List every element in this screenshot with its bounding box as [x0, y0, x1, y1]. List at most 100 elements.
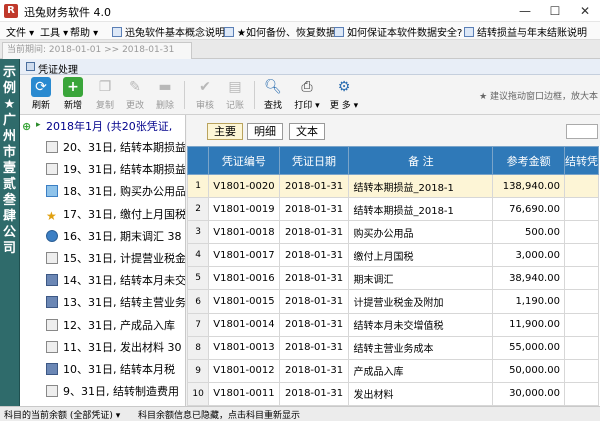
doc-icon [46, 340, 58, 353]
table-row[interactable]: 10 V1801-0011 2018-01-31 发出材料 30,000.00 [187, 381, 600, 406]
menu-file[interactable]: 文件 ▾ [6, 24, 34, 39]
tree-item[interactable]: 9、31日, 结转制造费用 [46, 381, 179, 403]
find-button[interactable]: 🔍︎ 查找 [258, 77, 288, 113]
table-row[interactable]: 8 V1801-0013 2018-01-31 结转主营业务成本 55,000.00 [187, 335, 600, 360]
tree-item[interactable]: 18、31日, 购买办公用品 [46, 181, 185, 203]
voucher-table: 凭证编号 凭证日期 备 注 参考金额 结转凭 1 V1801-0020 2018-0… [187, 146, 600, 406]
voucher-note-cell: 产成品入库 [348, 358, 494, 383]
arrow-icon: ▸ [36, 120, 41, 130]
voucher-number-cell: V1801-0012 [208, 358, 280, 383]
ledger-icon: ▤ [228, 79, 242, 95]
voucher-number-cell: V1801-0018 [208, 220, 280, 245]
voucher-note-cell: 计提营业税金及附加 [348, 289, 494, 314]
maximize-button[interactable]: ☐ [540, 0, 570, 22]
doc-icon [46, 141, 58, 153]
column-header-amount[interactable]: 参考金额 [492, 146, 565, 175]
tab-main[interactable]: 主要 [207, 123, 243, 140]
column-header-note[interactable]: 备 注 [348, 146, 494, 175]
table-row[interactable]: 3 V1801-0018 2018-01-31 购买办公用品 500.00 [187, 220, 600, 245]
print-button[interactable]: ⎙ 打印 ▾ [290, 77, 324, 113]
post-button[interactable]: ▤ 记账 [220, 77, 250, 113]
minimize-button[interactable]: — [510, 0, 540, 22]
window-icon [26, 62, 35, 71]
doc-icon [334, 27, 344, 37]
new-button[interactable]: + 新增 [58, 77, 88, 113]
company-name-strip: 示例★广州市壹贰叁肆公司 [0, 59, 20, 406]
status-bar: 科目的当前余额 (全部凭证) ▾ 科目余额信息已隐藏，点击科目重新显示 [0, 406, 600, 421]
voucher-date-cell: 2018-01-31 [278, 266, 350, 291]
shortcut-carryover[interactable]: 结转损益与年末结账说明 [464, 24, 587, 39]
voucher-amount-cell: 50,000.00 [492, 358, 565, 383]
period-bar: 当前期间: 2018-01-01 >> 2018-01-31 [0, 40, 600, 59]
tree-item[interactable]: 14、31日, 结转本月未交 [46, 270, 185, 292]
more-button[interactable]: ⚙ 更 多 ▾ [326, 77, 362, 113]
tree-item[interactable]: 12、31日, 产成品入库 [46, 315, 175, 337]
voucher-note-cell: 结转本月未交增值税 [348, 312, 494, 337]
tab-detail[interactable]: 明细 [247, 123, 283, 140]
close-button[interactable]: ✕ [570, 0, 600, 22]
carryover-cell [563, 197, 600, 222]
tree-item[interactable]: 20、31日, 结转本期损益 [46, 137, 185, 159]
grid-icon [46, 363, 58, 375]
voucher-number-cell: V1801-0015 [208, 289, 280, 314]
doc-icon [224, 27, 234, 37]
column-header-rownum [187, 146, 210, 175]
column-header-date[interactable]: 凭证日期 [278, 146, 350, 175]
refresh-button[interactable]: ⟳ 刷新 [26, 77, 56, 113]
table-row[interactable]: 4 V1801-0017 2018-01-31 缴付上月国税 3,000.00 [187, 243, 600, 268]
grid-icon [46, 274, 58, 287]
period-tab[interactable]: 当前期间: 2018-01-01 >> 2018-01-31 [2, 42, 192, 59]
voucher-note-cell: 结转本期损益_2018-1 [348, 197, 494, 222]
table-row[interactable]: 1 V1801-0020 2018-01-31 结转本期损益_2018-1 138,94… [187, 173, 600, 199]
table-row[interactable]: 5 V1801-0016 2018-01-31 期末调汇 38,940.00 [187, 266, 600, 291]
copy-button[interactable]: ❐ 复制 [90, 77, 120, 113]
voucher-number-cell: V1801-0011 [208, 381, 280, 406]
shortcut-basic-concepts[interactable]: 迅兔软件基本概念说明 [112, 24, 225, 39]
grid-icon [46, 296, 58, 309]
row-number: 9 [187, 358, 210, 383]
search-icon: 🔍︎ [264, 79, 282, 95]
tree-item[interactable]: 13、31日, 结转主营业务 [46, 292, 185, 314]
tree-item[interactable]: ★ 17、31日, 缴付上月国税 [46, 204, 185, 226]
audit-button[interactable]: ✔ 审核 [190, 77, 220, 113]
menu-tools[interactable]: 工具 ▾ [40, 24, 68, 39]
tree-item[interactable]: 10、31日, 结转本月税 [46, 359, 175, 381]
doc-icon [46, 385, 58, 398]
table-row[interactable]: 9 V1801-0012 2018-01-31 产成品入库 50,000.00 [187, 358, 600, 383]
status-left[interactable]: 科目的当前余额 (全部凭证) ▾ [4, 408, 120, 421]
row-number: 1 [187, 173, 210, 199]
tree-item[interactable]: 19、31日, 结转本期损益 [46, 159, 185, 181]
row-number: 6 [187, 289, 210, 314]
voucher-date-cell: 2018-01-31 [278, 289, 350, 314]
tab-text[interactable]: 文本 [289, 123, 325, 140]
menu-help[interactable]: 帮助 ▾ [70, 24, 98, 39]
voucher-window-header: 凭证处理 [20, 59, 600, 76]
copy-icon: ❐ [98, 79, 112, 95]
row-number: 2 [187, 197, 210, 222]
row-number: 3 [187, 220, 210, 245]
shortcut-backup-restore[interactable]: ★如何备份、恢复数据 [224, 24, 336, 39]
delete-button[interactable]: ▬ 删除 [150, 77, 180, 113]
carryover-cell [563, 266, 600, 291]
voucher-amount-cell: 55,000.00 [492, 335, 565, 360]
voucher-date-cell: 2018-01-31 [278, 243, 350, 268]
delete-icon: ▬ [158, 79, 172, 95]
tree-item[interactable]: 15、31日, 计提营业税金 [46, 248, 185, 270]
table-row[interactable]: 7 V1801-0014 2018-01-31 结转本月未交增值税 11,900.00 [187, 312, 600, 337]
table-row[interactable]: 6 V1801-0015 2018-01-31 计提营业税金及附加 1,190.00 [187, 289, 600, 314]
plus-icon: + [63, 77, 83, 97]
expand-icon[interactable]: ⊕ [22, 120, 31, 133]
carryover-cell [563, 173, 600, 199]
voucher-tree[interactable]: ⊕ ▸ 2018年1月 (共20张凭证, 20、31日, 结转本期损益 19、31… [20, 115, 186, 406]
tree-item[interactable]: 11、31日, 发出材料 30 [46, 337, 181, 359]
table-row[interactable]: 2 V1801-0019 2018-01-31 结转本期损益_2018-1 76,690… [187, 197, 600, 222]
voucher-date-cell: 2018-01-31 [278, 358, 350, 383]
shortcut-data-safety[interactable]: 如何保证本软件数据安全? [334, 24, 462, 39]
tree-item[interactable]: 16、31日, 期末调汇 38 [46, 226, 181, 248]
column-header-number[interactable]: 凭证编号 [208, 146, 280, 175]
modify-button[interactable]: ✎ 更改 [120, 77, 150, 113]
tree-root-month[interactable]: 2018年1月 (共20张凭证, [46, 118, 172, 134]
column-header-carryover[interactable]: 结转凭 [563, 146, 600, 175]
search-input[interactable] [566, 124, 598, 139]
row-number: 7 [187, 312, 210, 337]
